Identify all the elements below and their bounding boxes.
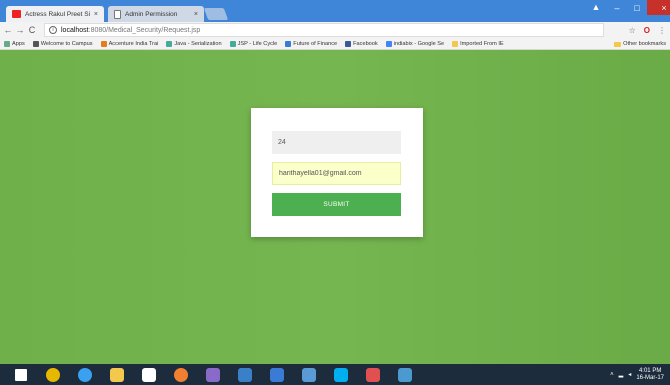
bookmark-label: Apps bbox=[12, 40, 25, 47]
age-input[interactable] bbox=[272, 131, 401, 154]
bookmark-item[interactable]: Facebook bbox=[345, 40, 378, 47]
taskbar-app[interactable] bbox=[74, 366, 96, 384]
skype-icon bbox=[334, 367, 348, 382]
network-icon[interactable]: ▂ bbox=[619, 371, 624, 378]
tab-actress[interactable]: Actress Rakul Preet Sing × bbox=[6, 6, 104, 22]
bookmark-favicon-icon bbox=[452, 40, 459, 47]
bookmark-favicon-icon bbox=[229, 40, 236, 47]
edge-icon bbox=[78, 367, 92, 382]
bookmark-label: indiabix - Google Se bbox=[393, 40, 445, 47]
bookmark-item[interactable]: Imported From IE bbox=[452, 40, 504, 47]
bookmark-label: Imported From IE bbox=[460, 40, 504, 47]
bookmark-favicon-icon bbox=[4, 40, 10, 47]
address-bar[interactable]: i localhost:8080/Medical_Security/Reques… bbox=[44, 23, 604, 37]
virtualbox-icon bbox=[270, 367, 284, 382]
toolbar-actions: ☆ O ⋮ bbox=[629, 22, 666, 38]
page-background: SUBMIT bbox=[0, 50, 670, 364]
submit-button[interactable]: SUBMIT bbox=[272, 193, 401, 216]
bookmarks-bar: Apps Welcome to Campus Accenture India Tra… bbox=[0, 38, 670, 50]
bookmark-label: Welcome to Campus bbox=[40, 40, 93, 47]
media-icon bbox=[366, 367, 380, 382]
eclipse-icon bbox=[206, 367, 220, 382]
taskbar-app[interactable] bbox=[42, 366, 64, 384]
new-tab-button[interactable] bbox=[203, 8, 229, 20]
chrome-taskbar-icon bbox=[398, 367, 412, 382]
taskbar-app[interactable] bbox=[170, 366, 192, 384]
bookmark-item[interactable]: Welcome to Campus bbox=[32, 40, 93, 47]
minimize-button[interactable]: – bbox=[607, 0, 627, 15]
request-form-card: SUBMIT bbox=[251, 108, 423, 237]
taskbar-app[interactable] bbox=[298, 366, 320, 384]
browser-tab-strip: Actress Rakul Preet Sing × Admin Permiss… bbox=[0, 0, 670, 22]
tab-admin-permission[interactable]: Admin Permission × bbox=[108, 6, 204, 22]
windows-start-icon bbox=[15, 368, 27, 381]
tab-label: Actress Rakul Preet Sing bbox=[25, 10, 90, 18]
bookmark-item[interactable]: Future of Finance bbox=[285, 40, 338, 47]
user-profile-icon[interactable]: ▲ bbox=[587, 2, 605, 15]
other-bookmarks[interactable]: Other bookmarks bbox=[614, 38, 666, 50]
taskbar-app[interactable] bbox=[266, 366, 288, 384]
taskbar-app[interactable] bbox=[362, 366, 384, 384]
bookmark-item[interactable]: Accenture India Trai bbox=[100, 40, 159, 47]
opera-extension-icon[interactable]: O bbox=[644, 26, 650, 35]
chrome-icon bbox=[46, 367, 60, 382]
bookmark-label: JSP - Life Cycle bbox=[237, 40, 278, 47]
maximize-button[interactable]: □ bbox=[627, 0, 647, 15]
taskbar-app[interactable] bbox=[394, 366, 416, 384]
clock[interactable]: 4:01 PM 16-Mar-17 bbox=[636, 368, 664, 382]
system-tray: ˄ ▂ ◂ 4:01 PM 16-Mar-17 bbox=[610, 364, 664, 385]
other-bookmarks-label: Other bookmarks bbox=[623, 41, 666, 47]
youtube-icon bbox=[12, 10, 21, 18]
document-icon bbox=[114, 9, 121, 19]
tab-close-icon[interactable]: × bbox=[94, 11, 98, 18]
calendar-icon bbox=[302, 367, 316, 382]
email-input[interactable] bbox=[272, 162, 401, 185]
clock-time: 4:01 PM bbox=[638, 367, 662, 374]
bookmark-favicon-icon bbox=[166, 40, 173, 47]
bookmark-favicon-icon bbox=[285, 40, 292, 47]
bookmark-label: Java - Serialization bbox=[174, 40, 222, 47]
reload-button[interactable]: C bbox=[26, 25, 38, 35]
bookmark-item[interactable]: Apps bbox=[4, 40, 25, 47]
taskbar-app[interactable] bbox=[202, 366, 224, 384]
taskbar-app[interactable] bbox=[106, 366, 128, 384]
url-host: localhost bbox=[61, 26, 89, 34]
bookmark-star-icon[interactable]: ☆ bbox=[629, 26, 636, 35]
site-info-icon[interactable]: i bbox=[49, 26, 57, 34]
notepad-icon bbox=[238, 367, 252, 382]
bookmark-favicon-icon bbox=[100, 40, 107, 47]
taskbar-app[interactable] bbox=[330, 366, 352, 384]
bookmark-label: Facebook bbox=[353, 40, 378, 47]
bookmark-label: Future of Finance bbox=[293, 40, 338, 47]
taskbar-app[interactable] bbox=[234, 366, 256, 384]
taskbar-app[interactable] bbox=[138, 366, 160, 384]
volume-icon[interactable]: ◂ bbox=[628, 371, 631, 378]
bookmark-item[interactable]: JSP - Life Cycle bbox=[229, 40, 278, 47]
clock-date: 16-Mar-17 bbox=[636, 374, 664, 381]
back-button[interactable]: ← bbox=[2, 25, 14, 35]
forward-button[interactable]: → bbox=[14, 25, 26, 35]
url-path: :8080/Medical_Security/Request.jsp bbox=[88, 26, 201, 34]
close-button[interactable]: × bbox=[647, 0, 670, 15]
menu-icon[interactable]: ⋮ bbox=[658, 26, 666, 35]
tray-arrow-icon[interactable]: ˄ bbox=[610, 372, 614, 378]
bookmark-label: Accenture India Trai bbox=[108, 40, 159, 47]
bookmark-favicon-icon bbox=[32, 40, 39, 47]
bookmark-favicon-icon bbox=[385, 40, 392, 47]
bookmark-item[interactable]: Java - Serialization bbox=[166, 40, 222, 47]
browser-toolbar: ← → C i localhost:8080/Medical_Security/… bbox=[0, 22, 670, 38]
tab-label: Admin Permission bbox=[125, 10, 178, 18]
window-controls: – □ × bbox=[607, 0, 670, 16]
file-explorer-icon bbox=[110, 367, 124, 382]
bookmark-item[interactable]: indiabix - Google Se bbox=[385, 40, 445, 47]
tab-close-icon[interactable]: × bbox=[194, 11, 198, 18]
folder-icon bbox=[614, 41, 622, 47]
bookmark-favicon-icon bbox=[345, 40, 352, 47]
taskbar-app[interactable] bbox=[10, 366, 32, 384]
windows-taskbar: ˄ ▂ ◂ 4:01 PM 16-Mar-17 bbox=[0, 364, 670, 385]
store-icon bbox=[142, 367, 156, 382]
firefox-icon bbox=[174, 367, 188, 382]
